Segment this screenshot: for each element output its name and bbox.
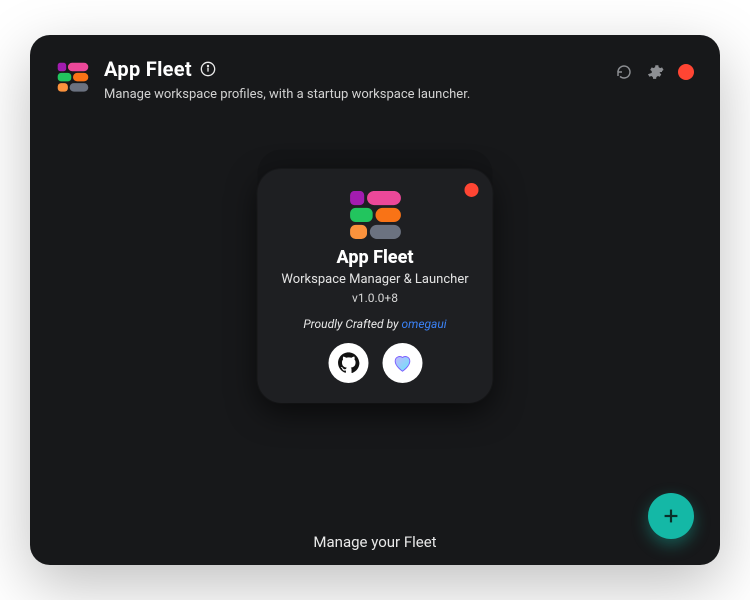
github-button[interactable]	[328, 343, 368, 383]
add-button[interactable]	[648, 493, 694, 539]
app-logo-small	[56, 61, 90, 95]
header-text: App Fleet Manage workspace profiles, wit…	[104, 57, 470, 102]
about-version: v1.0.0+8	[276, 291, 475, 305]
about-buttons	[276, 343, 475, 383]
about-card: App Fleet Workspace Manager & Launcher v…	[258, 169, 493, 403]
about-title: App Fleet	[276, 247, 475, 268]
sponsor-button[interactable]	[382, 343, 422, 383]
footer-text: Manage your Fleet	[30, 533, 720, 551]
about-credit: Proudly Crafted by omegaui	[276, 317, 475, 331]
app-subtitle: Manage workspace profiles, with a startu…	[104, 87, 470, 102]
info-icon[interactable]	[200, 61, 216, 77]
plus-icon	[660, 505, 682, 527]
gear-icon[interactable]	[646, 63, 664, 81]
heart-icon	[391, 352, 413, 374]
github-icon	[337, 352, 359, 374]
about-credit-prefix: Proudly Crafted by	[303, 317, 401, 331]
about-subtitle: Workspace Manager & Launcher	[276, 272, 475, 287]
app-title: App Fleet	[104, 57, 192, 81]
about-close-icon[interactable]	[465, 183, 479, 197]
about-author-link[interactable]: omegaui	[402, 317, 447, 331]
app-window: App Fleet Manage workspace profiles, wit…	[30, 35, 720, 565]
close-icon[interactable]	[678, 64, 694, 80]
app-logo-large	[346, 191, 404, 239]
header-actions	[616, 63, 694, 81]
header: App Fleet Manage workspace profiles, wit…	[30, 35, 720, 112]
reload-icon[interactable]	[616, 64, 632, 80]
